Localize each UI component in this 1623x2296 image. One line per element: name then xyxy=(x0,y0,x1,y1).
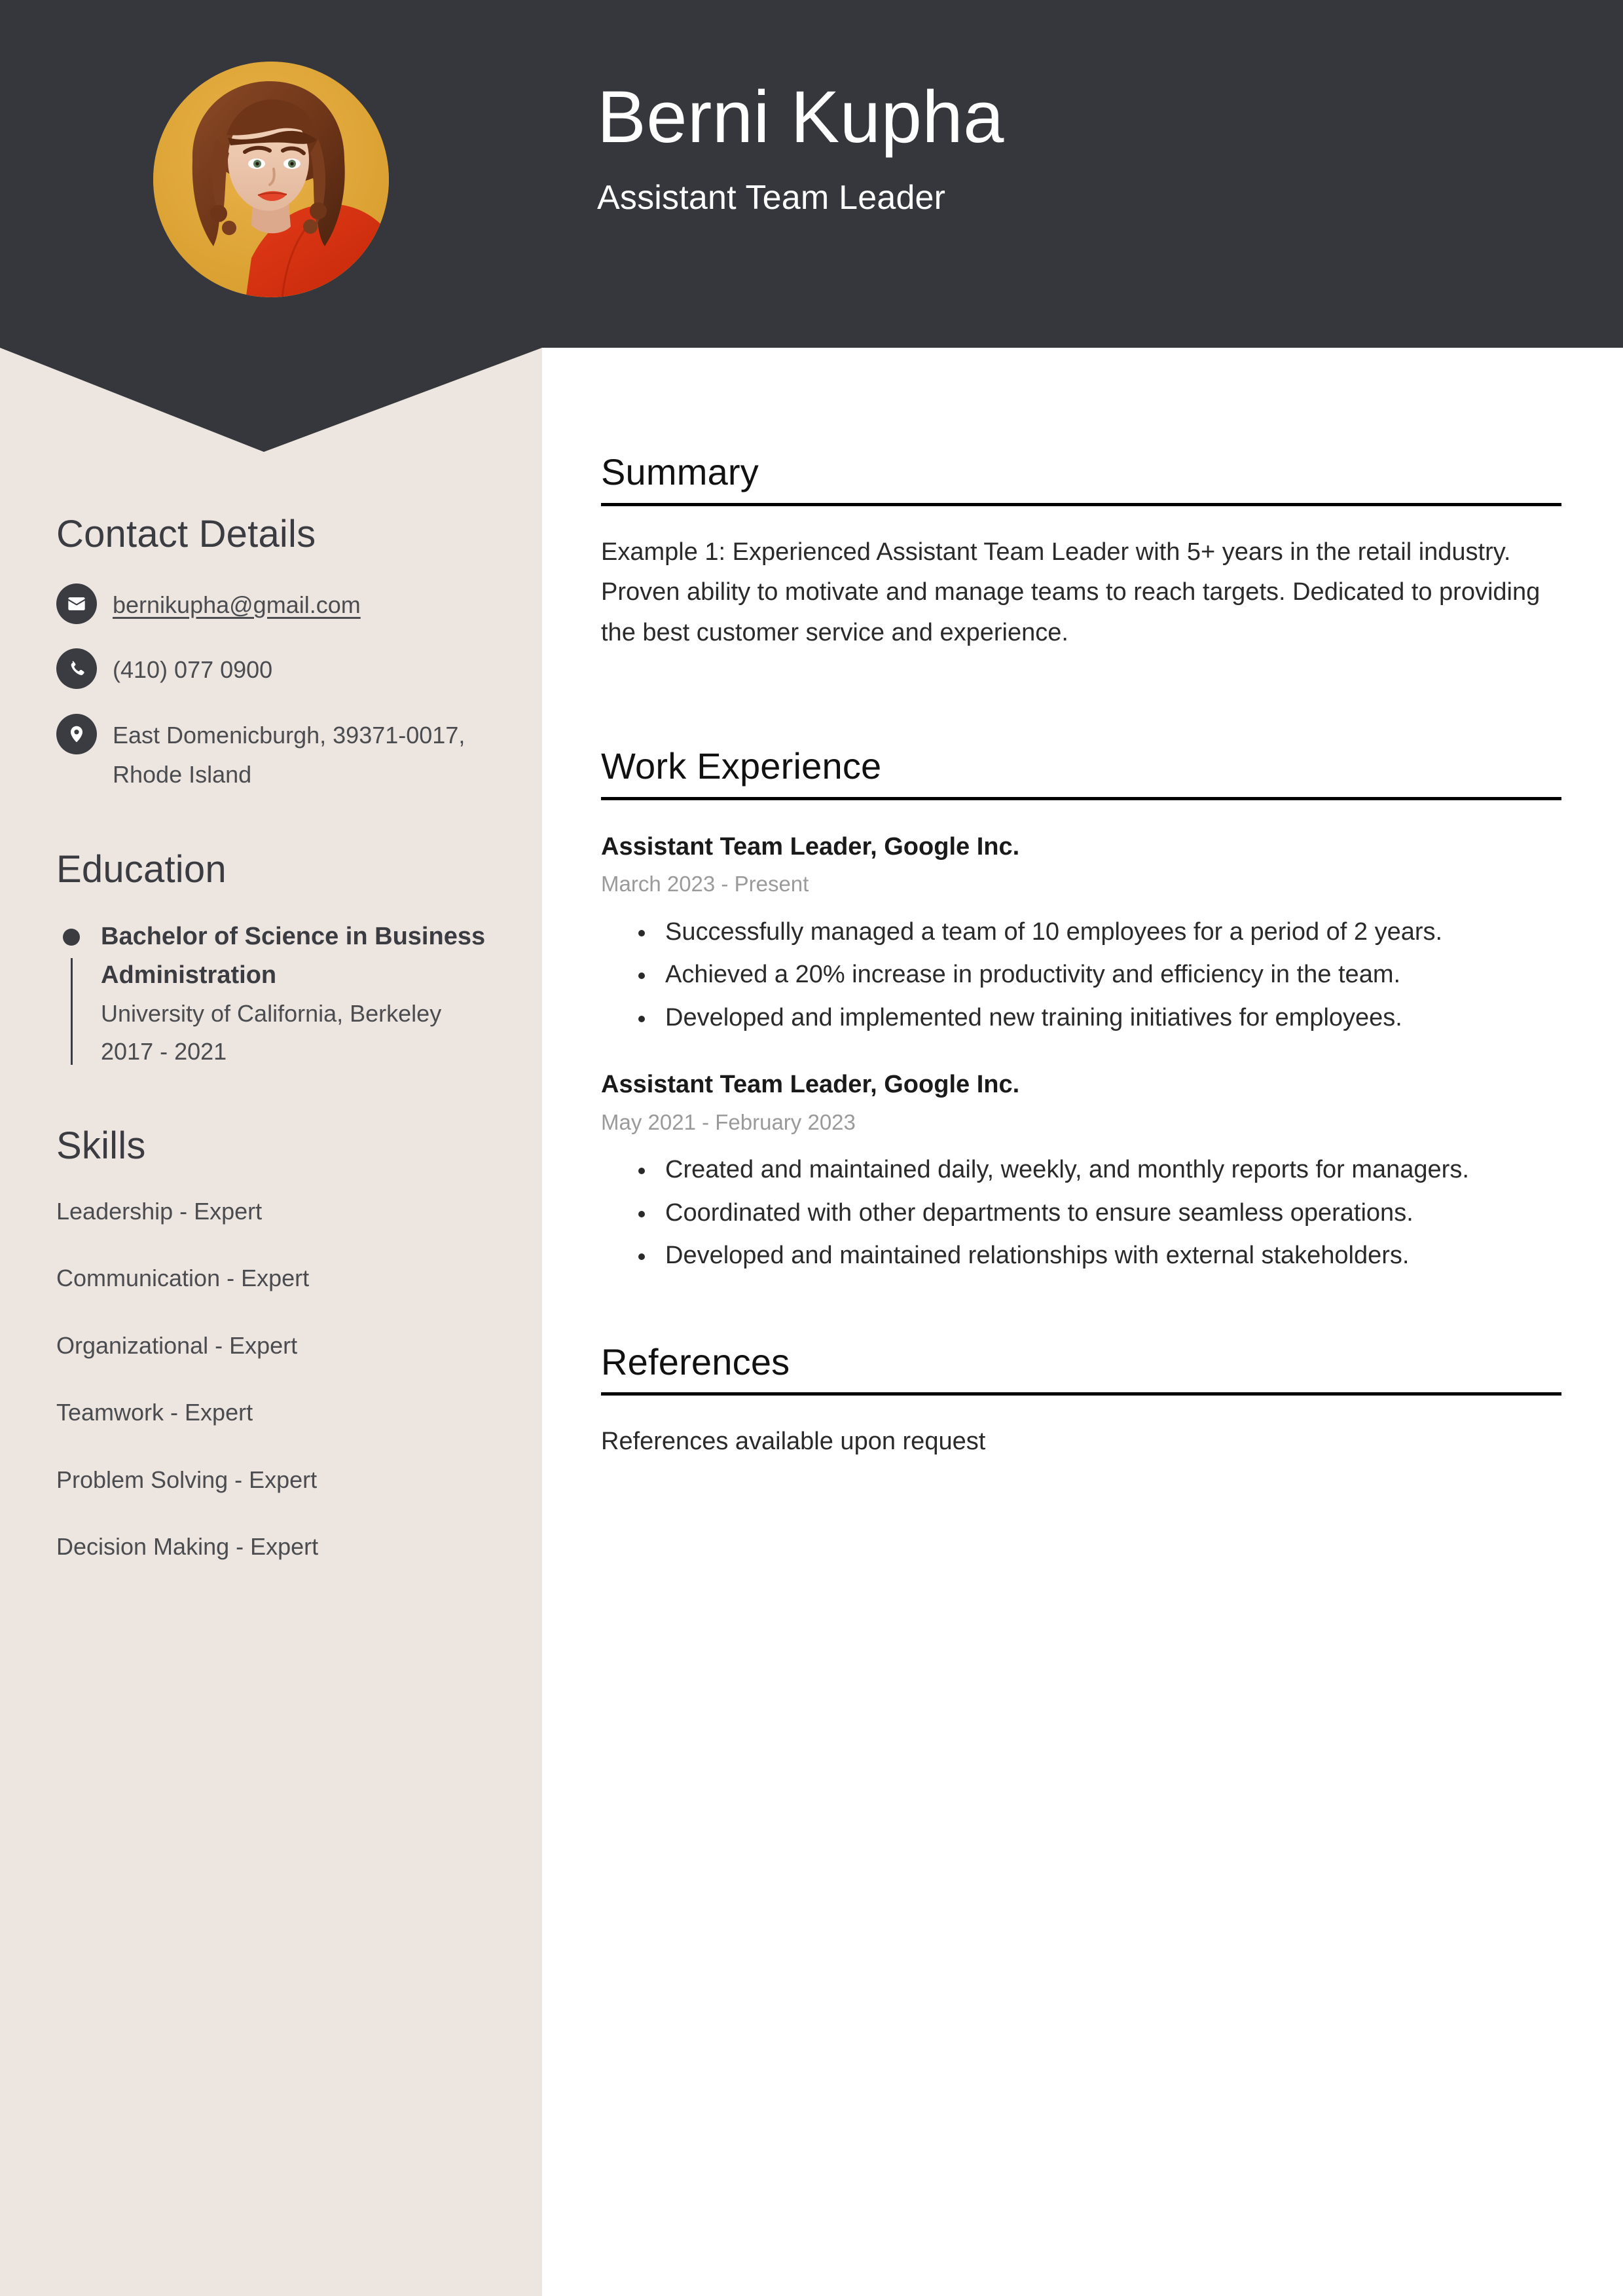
contact-phone-value: (410) 077 0900 xyxy=(113,656,273,684)
contact-details-list: bernikupha@gmail.com (410) 077 0900 East… xyxy=(56,582,486,795)
header-text-block: Berni Kupha Assistant Team Leader xyxy=(597,79,1546,217)
phone-icon xyxy=(56,648,97,690)
job-title: Assistant Team Leader, Google Inc. xyxy=(601,1071,1020,1099)
education-bullet-dot xyxy=(63,928,80,946)
skill-item: Decision Making - Expert xyxy=(56,1532,319,1560)
references-section: References References available upon req… xyxy=(601,1342,1561,1462)
contact-details-heading: Contact Details xyxy=(56,513,316,555)
job-bullet: Successfully managed a team of 10 employ… xyxy=(656,912,1561,953)
envelope-icon xyxy=(56,583,97,624)
work-experience-section: Work Experience Assistant Team Leader, G… xyxy=(601,746,1561,1276)
education-timeline-line xyxy=(71,957,73,1065)
education-school: University of California, Berkeley xyxy=(101,999,442,1027)
skill-item: Communication - Expert xyxy=(56,1265,310,1292)
job-bullet: Created and maintained daily, weekly, an… xyxy=(656,1150,1561,1191)
sidebar: Contact Details bernikupha@gmail.com (41… xyxy=(0,452,542,1597)
contact-row-phone[interactable]: (410) 077 0900 xyxy=(56,647,486,690)
references-text: References available upon request xyxy=(601,1428,986,1456)
job-dates: March 2023 - Present xyxy=(601,872,809,897)
contact-email-value[interactable]: bernikupha@gmail.com xyxy=(113,582,361,625)
job-bullet: Coordinated with other departments to en… xyxy=(656,1193,1561,1234)
job-title: Assistant Team Leader, Google Inc. xyxy=(601,832,1020,861)
person-job-title: Assistant Team Leader xyxy=(597,178,946,217)
skill-item: Problem Solving - Expert xyxy=(56,1466,318,1493)
job-bullet: Developed and maintained relationships w… xyxy=(656,1236,1561,1276)
job-dates: May 2021 - February 2023 xyxy=(601,1109,856,1134)
work-experience-heading-rule xyxy=(601,796,1561,800)
skill-item: Leadership - Expert xyxy=(56,1198,263,1225)
references-heading: References xyxy=(601,1341,790,1382)
skill-item: Teamwork - Expert xyxy=(56,1399,253,1426)
education-dates: 2017 - 2021 xyxy=(101,1038,227,1065)
job-bullet: Achieved a 20% increase in productivity … xyxy=(656,955,1561,995)
main-column: Summary Example 1: Experienced Assistant… xyxy=(601,452,1561,1487)
contact-row-address[interactable]: East Domenicburgh, 39371-0017, Rhode Isl… xyxy=(56,713,486,795)
work-experience-heading: Work Experience xyxy=(601,745,882,787)
summary-text: Example 1: Experienced Assistant Team Le… xyxy=(601,538,1541,646)
job-entry: Assistant Team Leader, Google Inc. May 2… xyxy=(601,1068,1561,1276)
summary-heading-rule xyxy=(601,502,1561,506)
education-heading: Education xyxy=(56,847,227,891)
profile-photo xyxy=(153,62,389,297)
job-bullet: Developed and implemented new training i… xyxy=(656,998,1561,1039)
location-pin-icon xyxy=(56,713,97,754)
references-heading-rule xyxy=(601,1392,1561,1396)
contact-row-email[interactable]: bernikupha@gmail.com xyxy=(56,582,486,625)
skill-item: Organizational - Expert xyxy=(56,1331,298,1359)
job-bullets: Created and maintained daily, weekly, an… xyxy=(601,1150,1561,1276)
summary-heading: Summary xyxy=(601,451,759,492)
skills-heading: Skills xyxy=(56,1124,146,1167)
person-name: Berni Kupha xyxy=(597,76,1004,158)
summary-section: Summary Example 1: Experienced Assistant… xyxy=(601,452,1561,653)
job-bullets: Successfully managed a team of 10 employ… xyxy=(601,912,1561,1039)
resume-page: Berni Kupha Assistant Team Leader Contac… xyxy=(0,0,1623,2296)
contact-address-value: East Domenicburgh, 39371-0017, Rhode Isl… xyxy=(113,721,465,788)
job-entry: Assistant Team Leader, Google Inc. March… xyxy=(601,830,1561,1038)
education-item: Bachelor of Science in Business Administ… xyxy=(56,917,486,1071)
skills-list: Leadership - Expert Communication - Expe… xyxy=(56,1195,486,1563)
education-degree: Bachelor of Science in Business Administ… xyxy=(101,922,486,989)
